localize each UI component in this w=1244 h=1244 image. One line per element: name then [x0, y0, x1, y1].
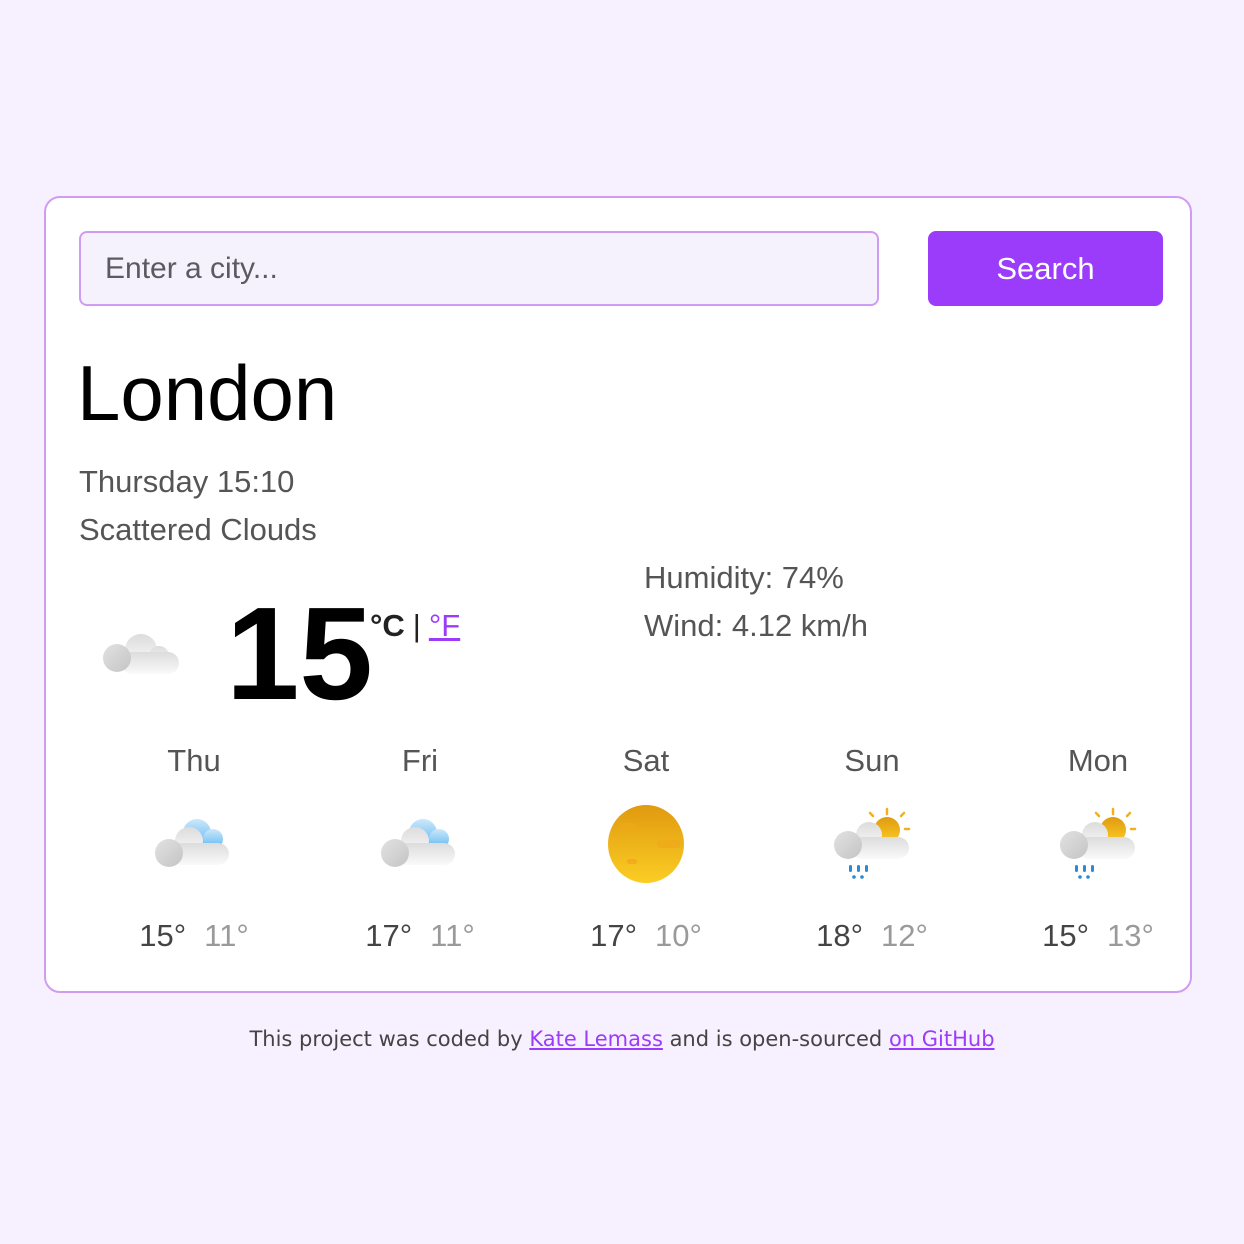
current-temperature: 15 — [226, 580, 373, 727]
scattered-clouds-icon — [103, 634, 179, 674]
city-search-input[interactable] — [79, 231, 879, 306]
clear-sky-sun-icon — [608, 805, 684, 883]
weather-description: Scattered Clouds — [79, 512, 317, 547]
unit-separator: | — [412, 608, 421, 643]
footer: This project was coded by Kate Lemass an… — [0, 1027, 1244, 1051]
forecast-day-name: Sun — [844, 743, 900, 778]
rain-sun-cloud-icon — [834, 807, 911, 879]
forecast-day: Fri 17° 11° — [307, 743, 533, 963]
forecast-min-temp: 10° — [655, 918, 702, 953]
forecast-max-temp: 15° — [139, 918, 187, 953]
forecast-min-temp: 11° — [204, 918, 249, 953]
few-clouds-icon — [381, 819, 455, 867]
forecast-day: Sat 17° 10° — [533, 743, 759, 963]
rain-sun-cloud-icon — [1060, 807, 1137, 879]
forecast: Thu 15° 11° Fri 17° 11° Sat 17° 10° Sun … — [81, 743, 1211, 963]
forecast-max-temp: 15° — [1042, 918, 1089, 953]
search-button[interactable]: Search — [928, 231, 1163, 306]
forecast-day-name: Thu — [167, 743, 221, 778]
wind-speed: Wind: 4.12 km/h — [644, 608, 868, 643]
forecast-day: Thu 15° 11° — [81, 743, 307, 963]
forecast-max-temp: 17° — [590, 918, 637, 953]
few-clouds-icon — [155, 819, 229, 867]
forecast-max-temp: 18° — [816, 918, 863, 953]
city-name: London — [77, 349, 338, 437]
forecast-day-name: Mon — [1067, 743, 1129, 778]
github-link[interactable]: on GitHub — [889, 1027, 995, 1051]
forecast-day: Mon 15° 13° — [985, 743, 1211, 963]
current-datetime: Thursday 15:10 — [79, 464, 295, 499]
humidity: Humidity: 74% — [644, 560, 844, 595]
fahrenheit-link[interactable]: °F — [429, 608, 460, 643]
forecast-min-temp: 13° — [1107, 918, 1154, 953]
forecast-day-name: Fri — [401, 743, 439, 778]
author-link[interactable]: Kate Lemass — [529, 1027, 663, 1051]
forecast-day: Sun 18° 12° — [759, 743, 985, 963]
weather-card: Search London Thursday 15:10 Scattered C… — [44, 196, 1192, 993]
forecast-min-temp: 11° — [430, 918, 475, 953]
forecast-day-name: Sat — [622, 743, 670, 778]
forecast-min-temp: 12° — [881, 918, 928, 953]
unit-toggle: °C | °F — [370, 608, 460, 644]
celsius-unit: °C — [370, 608, 405, 643]
footer-text: This project was coded by — [249, 1027, 530, 1051]
footer-text: and is open-sourced — [662, 1027, 889, 1051]
forecast-max-temp: 17° — [365, 918, 413, 953]
